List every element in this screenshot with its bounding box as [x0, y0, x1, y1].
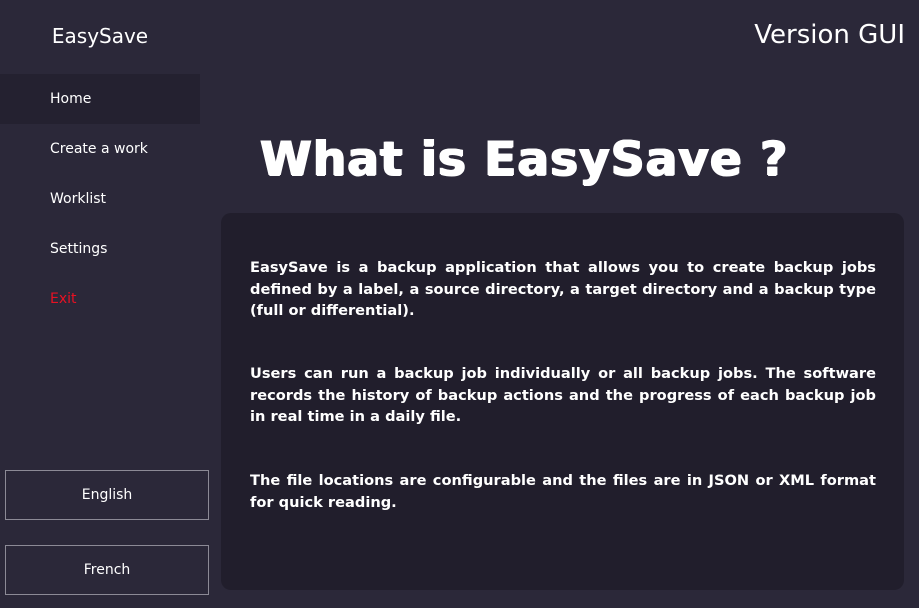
app-title: EasySave — [51, 24, 149, 48]
description-paragraph: EasySave is a backup application that al… — [250, 259, 876, 319]
app-window: EasySave Version GUI Home Create a work … — [0, 0, 919, 608]
sidebar-nav: Home Create a work Worklist Settings Exi… — [0, 74, 200, 324]
version-label: Version GUI — [754, 20, 905, 50]
description-paragraph: The file locations are configurable and … — [250, 472, 876, 511]
sidebar-item-settings[interactable]: Settings — [0, 224, 200, 274]
page-heading: What is EasySave ? — [260, 132, 789, 187]
sidebar-item-worklist[interactable]: Worklist — [0, 174, 200, 224]
english-language-button[interactable]: English — [5, 470, 209, 520]
sidebar-item-create-a-work[interactable]: Create a work — [0, 124, 200, 174]
french-language-button[interactable]: French — [5, 545, 209, 595]
description-paragraph: Users can run a backup job individually … — [250, 365, 876, 425]
sidebar-item-home[interactable]: Home — [0, 74, 200, 124]
description-card: EasySave is a backup application that al… — [221, 213, 904, 590]
sidebar-item-exit[interactable]: Exit — [0, 274, 200, 324]
